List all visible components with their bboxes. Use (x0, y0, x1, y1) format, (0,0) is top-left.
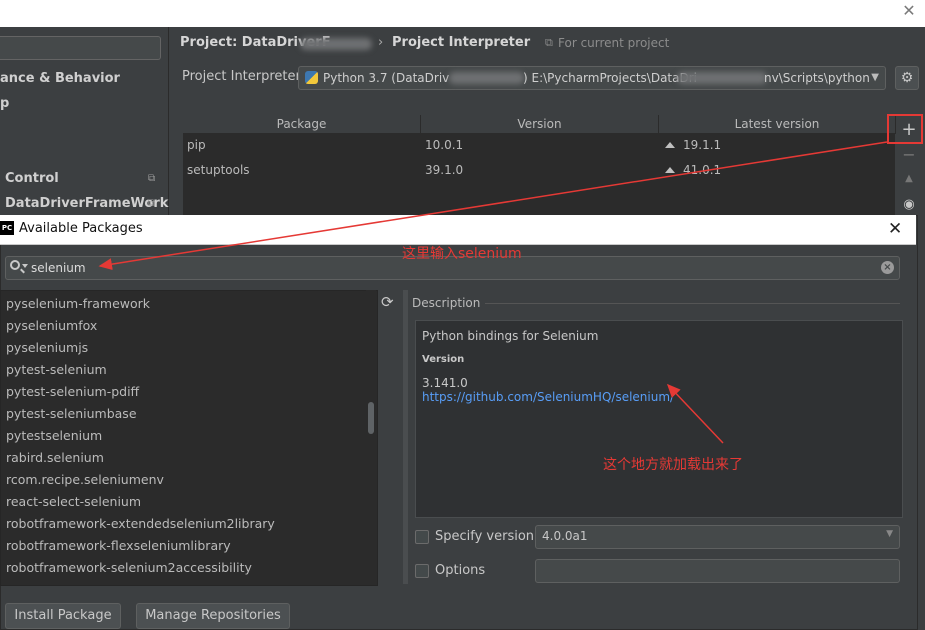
annotation-arrow-to-description (666, 383, 724, 444)
annotation-arrow-to-search (98, 141, 888, 271)
annotation-arrows (98, 141, 888, 444)
